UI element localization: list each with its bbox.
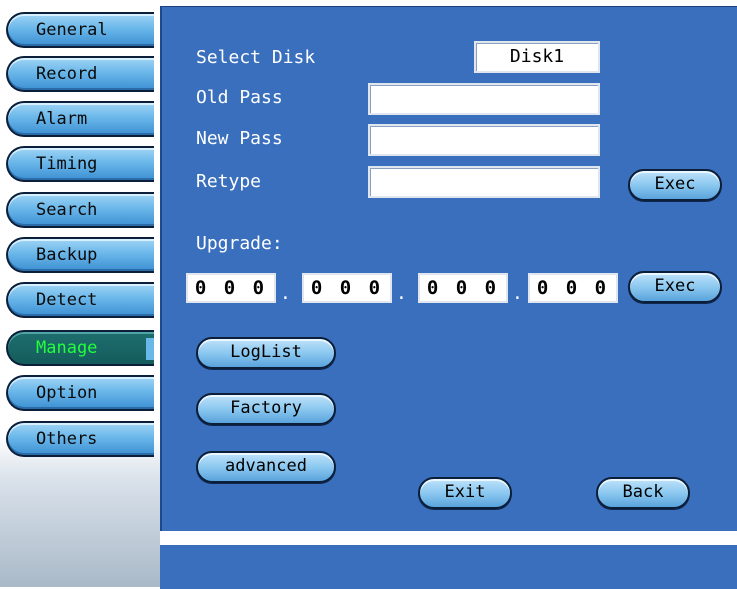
ip-separator-2: . xyxy=(396,283,407,304)
select-disk-label: Select Disk xyxy=(196,47,316,68)
select-disk-dropdown[interactable]: Disk1 xyxy=(474,41,600,73)
exit-button[interactable]: Exit xyxy=(418,477,512,509)
retype-label: Retype xyxy=(196,171,262,192)
tab-general[interactable]: General xyxy=(6,12,154,48)
tab-option[interactable]: Option xyxy=(6,375,154,411)
tab-detect[interactable]: Detect xyxy=(6,282,154,318)
tab-search[interactable]: Search xyxy=(6,192,154,228)
tab-alarm[interactable]: Alarm xyxy=(6,101,154,137)
factory-button[interactable]: Factory xyxy=(196,393,336,425)
tab-backup[interactable]: Backup xyxy=(6,237,154,273)
back-button[interactable]: Back xyxy=(596,477,690,509)
old-pass-input[interactable] xyxy=(368,83,600,115)
upgrade-ip-octet-3[interactable]: 0 0 0 xyxy=(418,273,508,303)
sidebar: General Record Alarm Timing Search Backu… xyxy=(0,0,160,587)
status-bar xyxy=(160,543,737,589)
ip-separator-3: . xyxy=(512,283,523,304)
tab-record[interactable]: Record xyxy=(6,56,154,92)
advanced-button[interactable]: advanced xyxy=(196,451,336,483)
tab-manage[interactable]: Manage xyxy=(6,330,154,366)
exec-password-button[interactable]: Exec xyxy=(628,169,722,201)
manage-panel-inner: Select Disk Disk1 Old Pass New Pass Rety… xyxy=(162,6,737,532)
ip-separator-1: . xyxy=(280,283,291,304)
exec-upgrade-button[interactable]: Exec xyxy=(628,271,722,303)
new-pass-label: New Pass xyxy=(196,128,283,149)
tab-timing[interactable]: Timing xyxy=(6,146,154,182)
upgrade-ip-octet-2[interactable]: 0 0 0 xyxy=(302,273,392,303)
panel-gap xyxy=(160,531,737,543)
new-pass-input[interactable] xyxy=(368,124,600,156)
retype-input[interactable] xyxy=(368,166,600,198)
old-pass-label: Old Pass xyxy=(196,87,283,108)
tab-others[interactable]: Others xyxy=(6,421,154,457)
upgrade-label: Upgrade: xyxy=(196,233,283,254)
upgrade-ip-octet-1[interactable]: 0 0 0 xyxy=(186,273,276,303)
upgrade-ip-octet-4[interactable]: 0 0 0 xyxy=(528,273,618,303)
manage-panel: Select Disk Disk1 Old Pass New Pass Rety… xyxy=(160,6,737,531)
loglist-button[interactable]: LogList xyxy=(196,337,336,369)
